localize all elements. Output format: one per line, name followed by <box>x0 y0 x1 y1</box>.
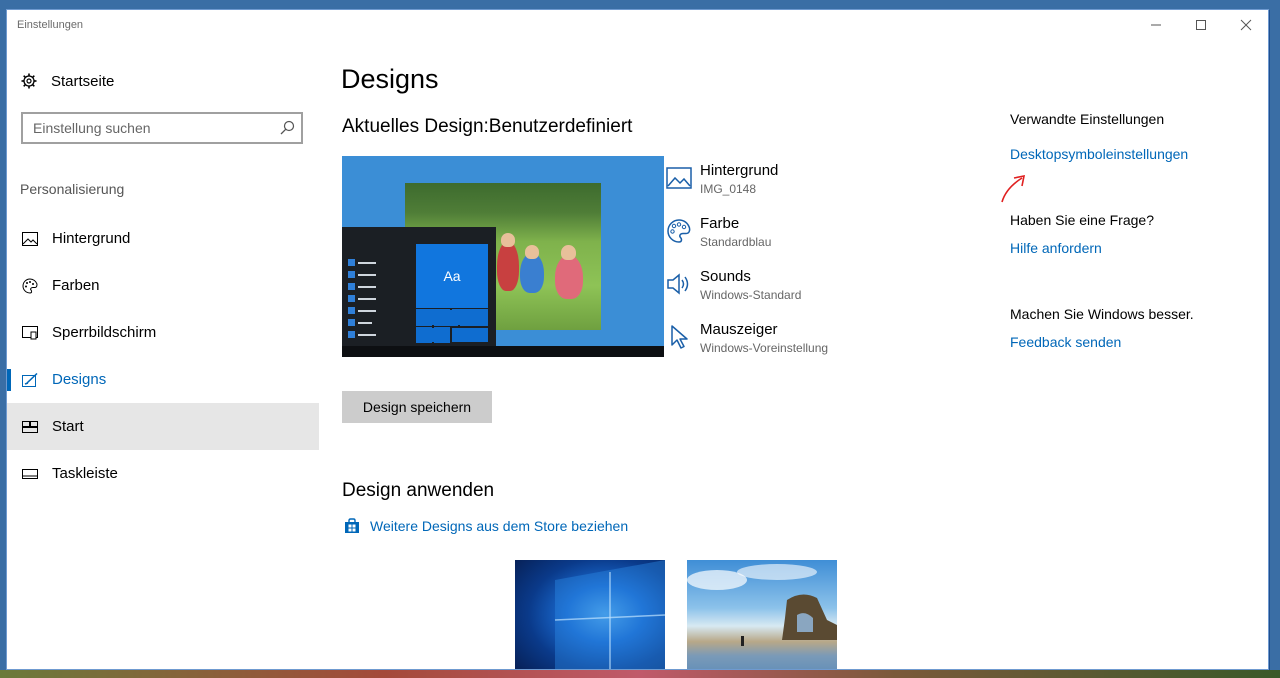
related-settings-heading: Verwandte Einstellungen <box>1010 111 1165 127</box>
designs-icon <box>22 372 38 388</box>
attr-name: Hintergrund <box>700 162 779 179</box>
get-help-link[interactable]: Hilfe anfordern <box>1010 240 1102 256</box>
palette-icon <box>22 277 38 294</box>
attr-name: Mauszeiger <box>700 321 778 338</box>
title-bar: Einstellungen <box>7 10 1268 40</box>
sidebar-item-sperrbildschirm[interactable]: Sperrbildschirm <box>7 309 319 356</box>
close-button[interactable] <box>1224 10 1268 40</box>
sidebar: Startseite Einstellung suchen Personalis… <box>7 40 319 669</box>
home-link[interactable]: Startseite <box>21 70 114 92</box>
sidebar-item-label: Designs <box>52 371 107 388</box>
current-design-heading: Aktuelles Design:Benutzerdefiniert <box>342 116 633 137</box>
sidebar-item-label: Farben <box>52 277 100 294</box>
search-placeholder: Einstellung suchen <box>33 120 151 136</box>
gear-icon <box>21 73 37 89</box>
attr-name: Farbe <box>700 215 740 232</box>
active-indicator <box>7 369 11 391</box>
preview-tile: Aa <box>416 244 488 308</box>
sidebar-item-taskleiste[interactable]: Taskleiste <box>7 450 319 497</box>
store-icon <box>345 518 359 533</box>
desktop-background-bottom <box>0 670 1280 678</box>
sidebar-item-designs[interactable]: Designs <box>7 356 319 403</box>
sidebar-item-farben[interactable]: Farben <box>7 262 319 309</box>
attr-value: Windows-Voreinstellung <box>700 341 829 355</box>
maximize-button[interactable] <box>1179 10 1223 40</box>
attr-value: Standardblau <box>700 235 772 249</box>
page-title: Designs <box>341 64 439 94</box>
beach-scene <box>687 564 837 646</box>
improve-windows-heading: Machen Sie Windows besser. <box>1010 306 1194 322</box>
taskbar-icon <box>22 466 38 482</box>
start-icon <box>22 419 38 435</box>
sidebar-item-label: Hintergrund <box>52 230 131 247</box>
sidebar-item-start[interactable]: Start <box>7 403 319 450</box>
apply-design-heading: Design anwenden <box>342 480 495 501</box>
attr-value: Windows-Standard <box>700 288 802 302</box>
store-designs-link[interactable]: Weitere Designs aus dem Store beziehen <box>344 516 628 536</box>
attr-value: IMG_0148 <box>700 182 757 196</box>
speaker-icon <box>664 270 694 298</box>
preview-taskbar <box>342 346 664 357</box>
store-link-label: Weitere Designs aus dem Store beziehen <box>370 518 629 534</box>
design-preview: Aa <box>342 156 664 357</box>
settings-window: Einstellungen Startseite Einstellung suc… <box>6 9 1269 670</box>
design-thumbnail-windows[interactable] <box>515 560 665 669</box>
design-thumbnail-beach[interactable] <box>687 560 837 669</box>
desktop-icon-settings-link[interactable]: Desktopsymboleinstellungen <box>1010 146 1188 162</box>
desktop-background-right <box>1270 0 1280 678</box>
attr-name: Sounds <box>700 268 751 285</box>
main-content: Designs Aktuelles Design:Benutzerdefinie… <box>319 40 979 669</box>
maximize-icon <box>1196 20 1206 30</box>
cursor-icon <box>664 323 694 351</box>
close-icon <box>1240 19 1252 31</box>
search-icon <box>280 120 295 135</box>
window-title: Einstellungen <box>17 19 84 31</box>
picture-icon <box>22 231 38 247</box>
windows-logo-light <box>554 560 665 669</box>
sidebar-item-label: Taskleiste <box>52 465 118 482</box>
minimize-button[interactable] <box>1134 10 1178 40</box>
picture-icon <box>664 164 694 192</box>
save-design-button[interactable]: Design speichern <box>342 391 492 423</box>
sidebar-item-label: Sperrbildschirm <box>52 324 157 341</box>
question-heading: Haben Sie eine Frage? <box>1010 212 1154 228</box>
search-input[interactable]: Einstellung suchen <box>21 112 303 144</box>
send-feedback-link[interactable]: Feedback senden <box>1010 334 1121 350</box>
section-label-personalisierung: Personalisierung <box>20 181 125 197</box>
palette-icon <box>664 217 694 245</box>
minimize-icon <box>1151 24 1161 26</box>
annotation-arrow-icon <box>1001 174 1026 203</box>
sidebar-item-label: Start <box>52 418 84 435</box>
lockscreen-icon <box>22 325 38 341</box>
sidebar-item-hintergrund[interactable]: Hintergrund <box>7 215 319 262</box>
home-label: Startseite <box>51 72 115 90</box>
